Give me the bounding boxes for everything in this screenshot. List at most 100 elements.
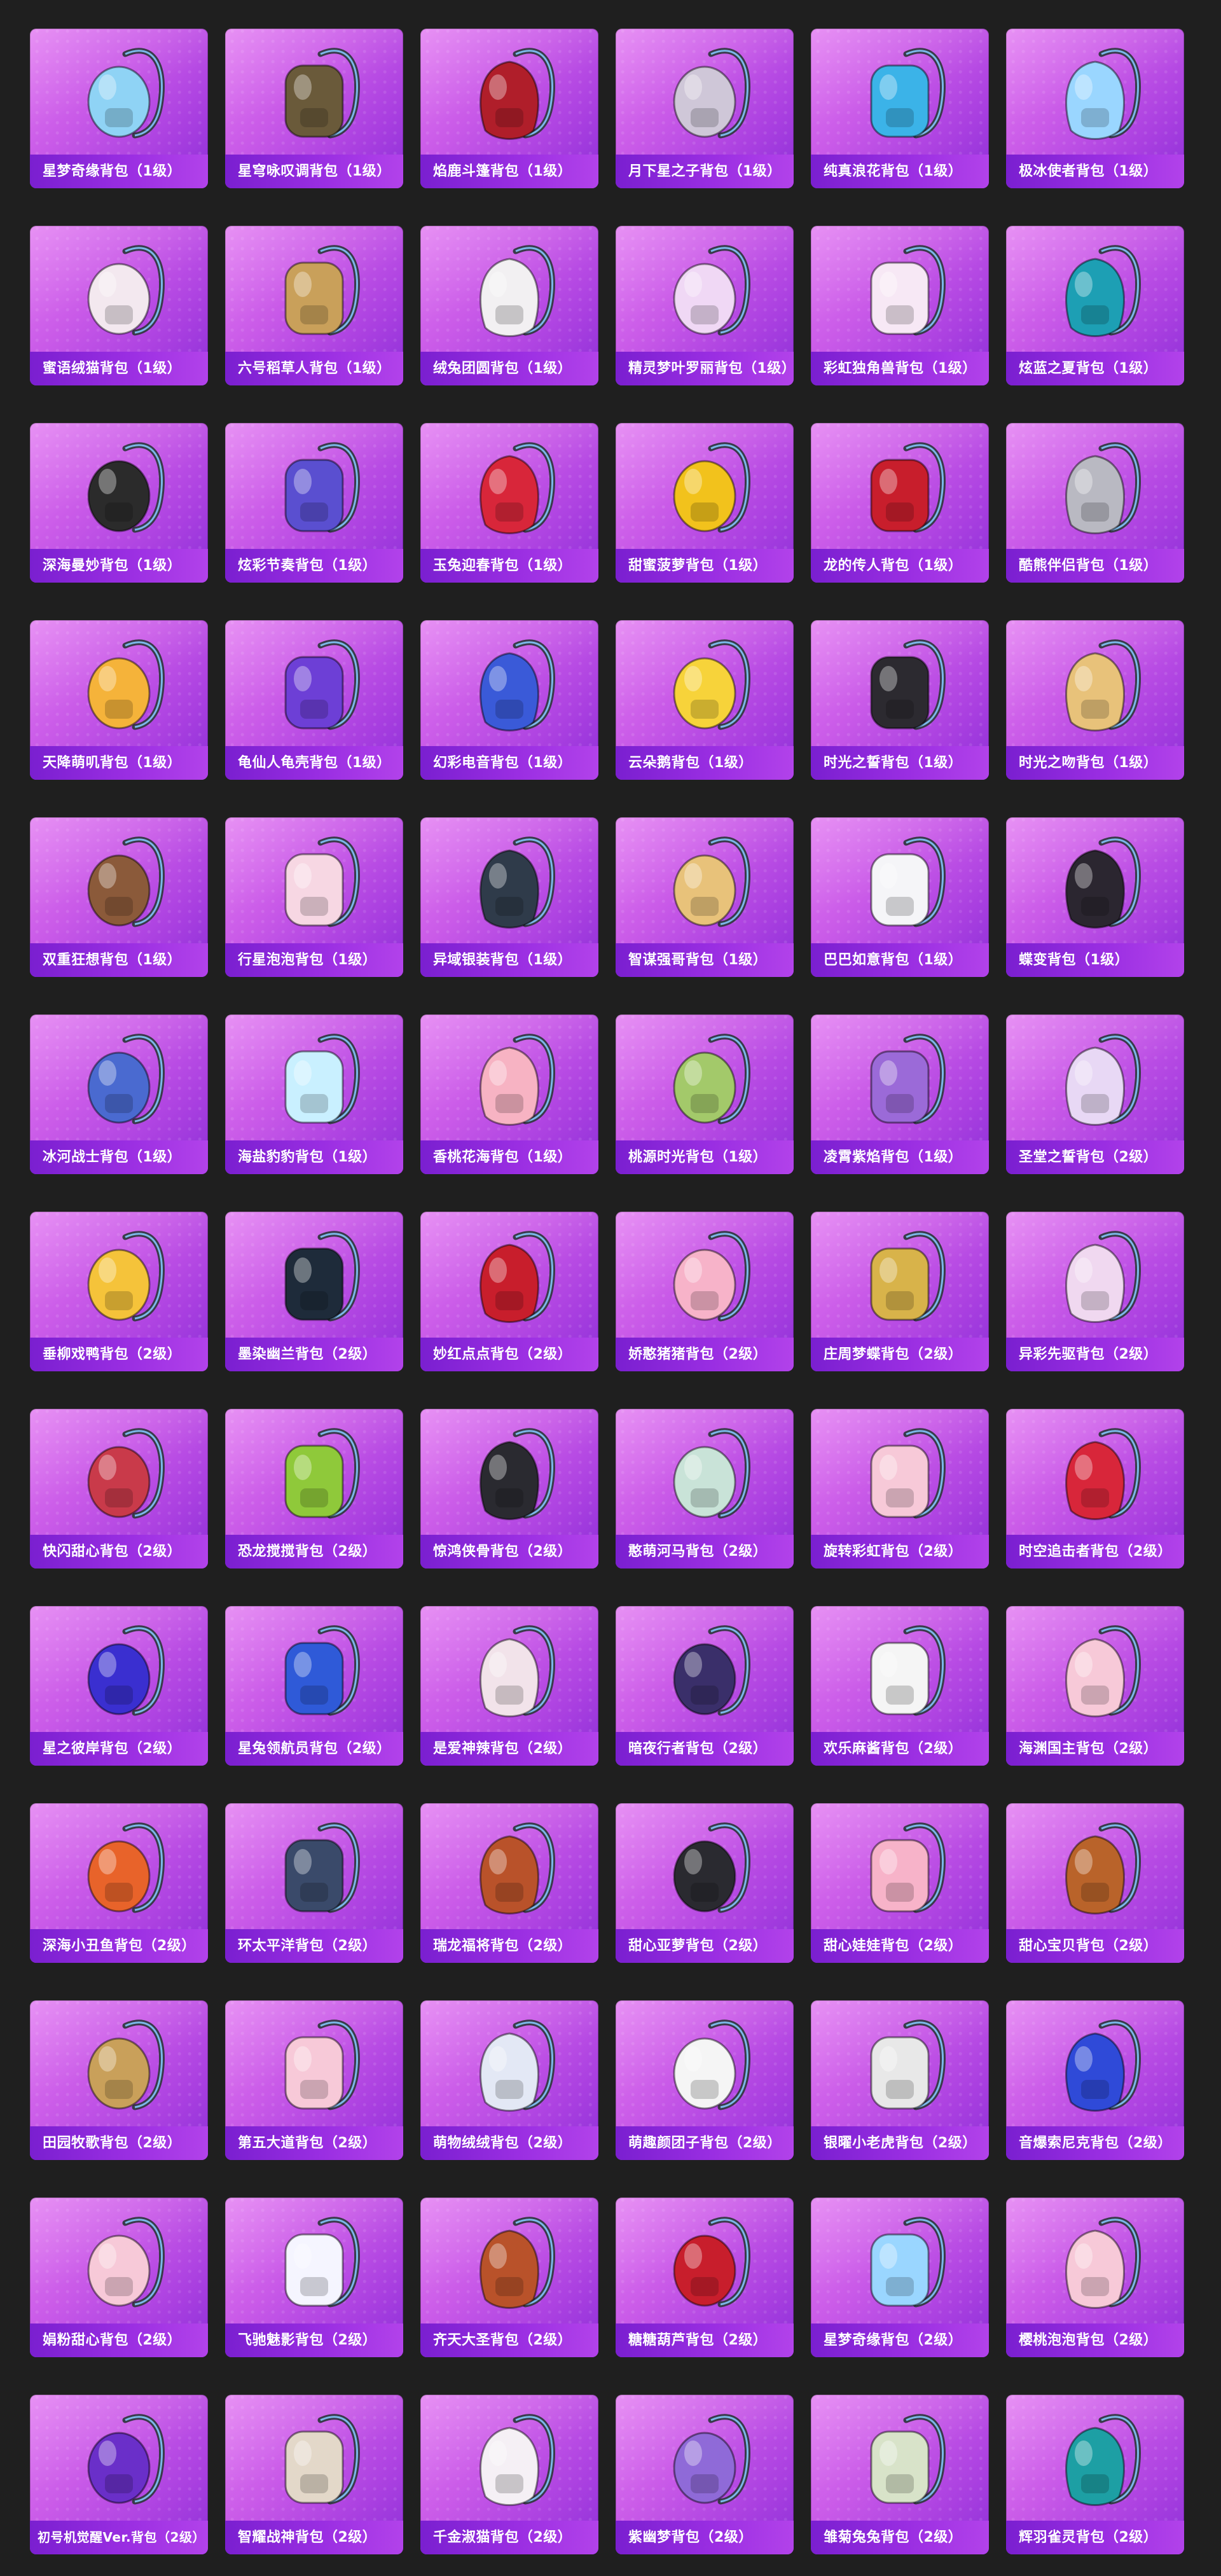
backpack-card[interactable]: 娟粉甜心背包（2级） — [30, 2198, 208, 2357]
backpack-name: 天降萌叽背包（1级） — [30, 746, 208, 780]
backpack-card[interactable]: 银曜小老虎背包（2级） — [811, 2000, 989, 2160]
backpack-name: 萌物绒绒背包（2级） — [420, 2126, 598, 2160]
backpack-name: 龟仙人龟壳背包（1级） — [225, 746, 403, 780]
backpack-card[interactable]: 雏菊兔兔背包（2级） — [811, 2395, 989, 2554]
backpack-card[interactable]: 萌物绒绒背包（2级） — [420, 2000, 598, 2160]
galaxy-backpack-icon — [284, 442, 361, 533]
backpack-card[interactable]: 幻彩电音背包（1级） — [420, 620, 598, 780]
backpack-card[interactable]: 娇憨猪猪背包（2级） — [616, 1212, 794, 1371]
backpack-card[interactable]: 惊鸿侠骨背包（2级） — [420, 1409, 598, 1568]
backpack-card[interactable]: 千金淑猫背包（2级） — [420, 2395, 598, 2554]
backpack-card[interactable]: 月下星之子背包（1级） — [616, 29, 794, 188]
backpack-card[interactable]: 甜心娃娃背包（2级） — [811, 1803, 989, 1963]
backpack-name: 六号稻草人背包（1级） — [225, 352, 403, 385]
backpack-name: 甜蜜菠萝背包（1级） — [616, 549, 794, 583]
backpack-card[interactable]: 紫幽梦背包（2级） — [616, 2395, 794, 2554]
backpack-name: 炫蓝之夏背包（1级） — [1006, 352, 1184, 385]
backpack-card[interactable]: 彩虹独角兽背包（1级） — [811, 226, 989, 385]
backpack-name: 海盐豹豹背包（1级） — [225, 1140, 403, 1174]
backpack-card[interactable]: 甜心宝贝背包（2级） — [1006, 1803, 1184, 1963]
backpack-card[interactable]: 环太平洋背包（2级） — [225, 1803, 403, 1963]
backpack-card[interactable]: 六号稻草人背包（1级） — [225, 226, 403, 385]
backpack-card[interactable]: 萌趣颜团子背包（2级） — [616, 2000, 794, 2160]
backpack-card[interactable]: 时空追击者背包（2级） — [1006, 1409, 1184, 1568]
backpack-name: 快闪甜心背包（2级） — [30, 1535, 208, 1568]
backpack-card[interactable]: 垂柳戏鸭背包（2级） — [30, 1212, 208, 1371]
cat-backpack-icon — [87, 245, 165, 336]
backpack-card[interactable]: 冰河战士背包（1级） — [30, 1014, 208, 1174]
backpack-card[interactable]: 海盐豹豹背包（1级） — [225, 1014, 403, 1174]
backpack-card[interactable]: 庄周梦蝶背包（2级） — [811, 1212, 989, 1371]
backpack-name: 墨染幽兰背包（2级） — [225, 1338, 403, 1371]
backpack-card[interactable]: 云朵鹅背包（1级） — [616, 620, 794, 780]
backpack-card[interactable]: 玉兔迎春背包（1级） — [420, 423, 598, 583]
backpack-card[interactable]: 纯真浪花背包（1级） — [811, 29, 989, 188]
backpack-card[interactable]: 星之彼岸背包（2级） — [30, 1606, 208, 1766]
backpack-card[interactable]: 星兔领航员背包（2级） — [225, 1606, 403, 1766]
backpack-card[interactable]: 龟仙人龟壳背包（1级） — [225, 620, 403, 780]
backpack-card[interactable]: 异彩先驱背包（2级） — [1006, 1212, 1184, 1371]
backpack-card[interactable]: 齐天大圣背包（2级） — [420, 2198, 598, 2357]
backpack-card[interactable]: 蜜语绒猫背包（1级） — [30, 226, 208, 385]
backpack-card[interactable]: 凌霄紫焰背包（1级） — [811, 1014, 989, 1174]
eva-backpack-icon — [87, 2414, 165, 2505]
tiger-backpack-icon — [870, 2019, 946, 2110]
backpack-card[interactable]: 瑞龙福将背包（2级） — [420, 1803, 598, 1963]
backpack-card[interactable]: 第五大道背包（2级） — [225, 2000, 403, 2160]
backpack-name: 时光之吻背包（1级） — [1006, 746, 1184, 780]
backpack-card[interactable]: 极冰使者背包（1级） — [1006, 29, 1184, 188]
backpack-card[interactable]: 海渊国主背包（2级） — [1006, 1606, 1184, 1766]
backpack-card[interactable]: 星穹咏叹调背包（1级） — [225, 29, 403, 188]
backpack-card[interactable]: 天降萌叽背包（1级） — [30, 620, 208, 780]
backpack-card[interactable]: 音爆索尼克背包（2级） — [1006, 2000, 1184, 2160]
backpack-card[interactable]: 暗夜行者背包（2级） — [616, 1606, 794, 1766]
backpack-card[interactable]: 桃源时光背包（1级） — [616, 1014, 794, 1174]
tactical-backpack-icon — [479, 1428, 556, 1520]
backpack-card[interactable]: 智谋强哥背包（1级） — [616, 817, 794, 977]
backpack-card[interactable]: 樱桃泡泡背包（2级） — [1006, 2198, 1184, 2357]
backpack-card[interactable]: 绒兔团圆背包（1级） — [420, 226, 598, 385]
backpack-card[interactable]: 憨萌河马背包（2级） — [616, 1409, 794, 1568]
backpack-card[interactable]: 欢乐麻酱背包（2级） — [811, 1606, 989, 1766]
backpack-card[interactable]: 深海曼妙背包（1级） — [30, 423, 208, 583]
sonic-backpack-icon — [1065, 2019, 1142, 2112]
backpack-card[interactable]: 恐龙搅搅背包（2级） — [225, 1409, 403, 1568]
backpack-card[interactable]: 行星泡泡背包（1级） — [225, 817, 403, 977]
backpack-card[interactable]: 双重狂想背包（1级） — [30, 817, 208, 977]
backpack-card[interactable]: 甜蜜菠萝背包（1级） — [616, 423, 794, 583]
planet-backpack-icon — [87, 1625, 165, 1716]
backpack-card[interactable]: 星梦奇缘背包（2级） — [811, 2198, 989, 2357]
backpack-card[interactable]: 香桃花海背包（1级） — [420, 1014, 598, 1174]
backpack-card[interactable]: 异域银装背包（1级） — [420, 817, 598, 977]
backpack-card[interactable]: 旋转彩虹背包（2级） — [811, 1409, 989, 1568]
armor-backpack-icon — [87, 1034, 165, 1125]
backpack-card[interactable]: 圣堂之誓背包（2级） — [1006, 1014, 1184, 1174]
backpack-card[interactable]: 炫彩节奏背包（1级） — [225, 423, 403, 583]
backpack-card[interactable]: 时光之吻背包（1级） — [1006, 620, 1184, 780]
backpack-grid: 星梦奇缘背包（1级） 星穹咏叹调背包（1级） 焰鹿斗篷背包（1级） 月下星之子背包（1… — [30, 29, 1184, 2554]
backpack-name: 甜心娃娃背包（2级） — [811, 1929, 989, 1963]
backpack-card[interactable]: 巴巴如意背包（1级） — [811, 817, 989, 977]
backpack-card[interactable]: 星梦奇缘背包（1级） — [30, 29, 208, 188]
backpack-name: 糖糖葫芦背包（2级） — [616, 2323, 794, 2357]
backpack-name: 雏菊兔兔背包（2级） — [811, 2521, 989, 2554]
backpack-card[interactable]: 焰鹿斗篷背包（1级） — [420, 29, 598, 188]
backpack-card[interactable]: 墨染幽兰背包（2级） — [225, 1212, 403, 1371]
backpack-card[interactable]: 智耀战神背包（2级） — [225, 2395, 403, 2554]
backpack-card[interactable]: 龙的传人背包（1级） — [811, 423, 989, 583]
backpack-card[interactable]: 快闪甜心背包（2级） — [30, 1409, 208, 1568]
backpack-card[interactable]: 蝶变背包（1级） — [1006, 817, 1184, 977]
backpack-card[interactable]: 初号机觉醒Ver.背包（2级） — [30, 2395, 208, 2554]
backpack-card[interactable]: 深海小丑鱼背包（2级） — [30, 1803, 208, 1963]
backpack-card[interactable]: 飞驰魅影背包（2级） — [225, 2198, 403, 2357]
backpack-card[interactable]: 田园牧歌背包（2级） — [30, 2000, 208, 2160]
backpack-card[interactable]: 甜心亚萝背包（2级） — [616, 1803, 794, 1963]
backpack-card[interactable]: 糖糖葫芦背包（2级） — [616, 2198, 794, 2357]
backpack-card[interactable]: 酷熊伴侣背包（1级） — [1006, 423, 1184, 583]
backpack-card[interactable]: 是爱神辣背包（2级） — [420, 1606, 598, 1766]
backpack-card[interactable]: 辉羽雀灵背包（2级） — [1006, 2395, 1184, 2554]
backpack-card[interactable]: 精灵梦叶罗丽背包（1级） — [616, 226, 794, 385]
backpack-card[interactable]: 炫蓝之夏背包（1级） — [1006, 226, 1184, 385]
backpack-card[interactable]: 妙红点点背包（2级） — [420, 1212, 598, 1371]
backpack-card[interactable]: 时光之誓背包（1级） — [811, 620, 989, 780]
